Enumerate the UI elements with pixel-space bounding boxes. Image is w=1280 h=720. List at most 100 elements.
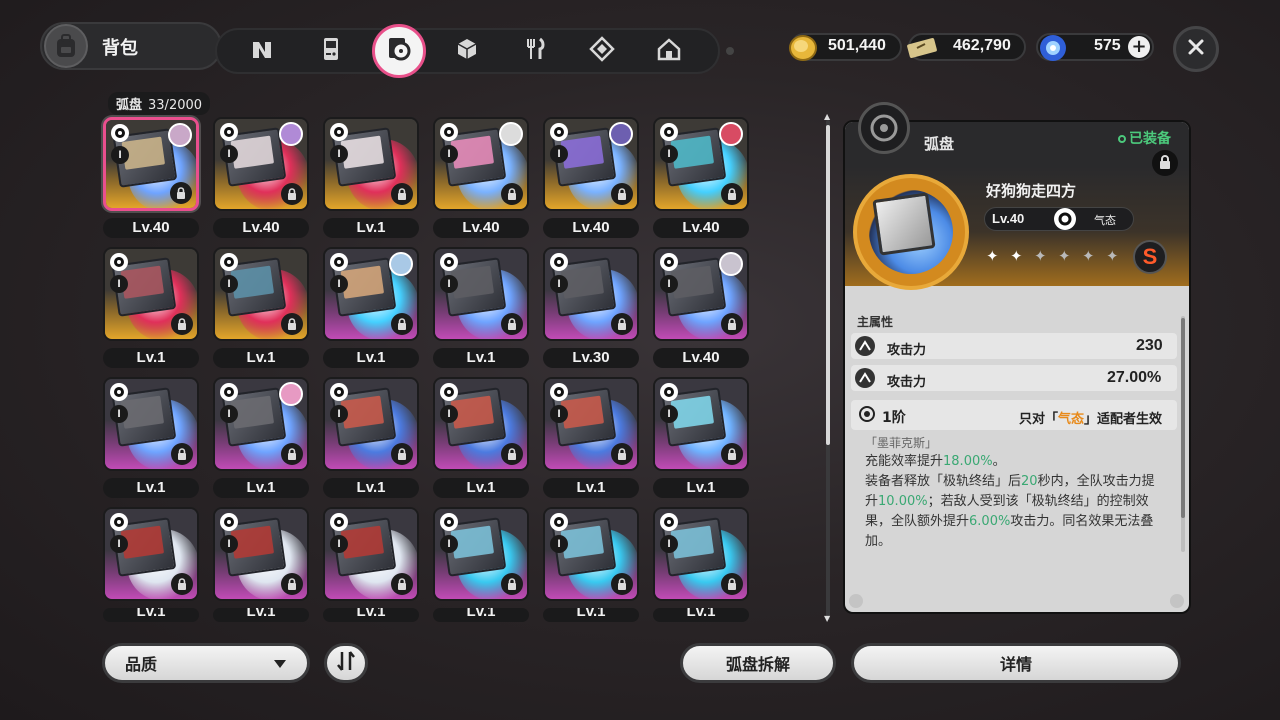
disc-card[interactable]: I: [323, 507, 419, 601]
attribute-icon: [550, 383, 568, 401]
disc-card[interactable]: I: [653, 507, 749, 601]
add-polychrome-button[interactable]: +: [1128, 36, 1150, 58]
grid-scrollbar-thumb[interactable]: [826, 125, 830, 445]
attribute-icon: [330, 383, 348, 401]
close-button[interactable]: [1173, 26, 1219, 72]
slot-number-badge: I: [330, 535, 348, 553]
detail-scrollbar-thumb[interactable]: [1181, 318, 1185, 518]
disc-card[interactable]: I: [433, 507, 529, 601]
stat-value: 27.00%: [1107, 369, 1162, 386]
attribute-icon: [220, 253, 238, 271]
equipped-agent-avatar: [279, 382, 303, 406]
effect-text: 装备者释放「极轨终结」后: [865, 474, 1022, 489]
lock-icon: [501, 573, 523, 595]
equipped-agent-avatar: [499, 122, 523, 146]
n-logo-icon: [249, 36, 275, 66]
disc-card[interactable]: I: [213, 507, 309, 601]
attribute-icon: [330, 513, 348, 531]
disc-card[interactable]: I: [543, 377, 639, 471]
disc-level-label: Lv.1: [543, 608, 639, 622]
effect-line: 装备者释放「极轨终结」后20秒内，全队攻击力提: [865, 472, 1177, 492]
disc-card[interactable]: I: [323, 247, 419, 341]
disc-card[interactable]: I: [323, 377, 419, 471]
tab-gameboy[interactable]: [311, 31, 351, 71]
attribute-icon: [220, 383, 238, 401]
ticket-icon: [905, 31, 939, 65]
disc-card[interactable]: I: [653, 247, 749, 341]
attribute-icon: [440, 513, 458, 531]
attribute-icon: [550, 253, 568, 271]
disc-card[interactable]: I: [653, 377, 749, 471]
disc-card[interactable]: I: [103, 117, 199, 211]
sort-order-button[interactable]: [324, 643, 368, 683]
star-filled-icon: ✦: [1010, 247, 1023, 265]
disc-card[interactable]: I: [433, 117, 529, 211]
lock-toggle[interactable]: [1152, 150, 1178, 176]
chevron-down-icon: [273, 654, 287, 673]
attribute-icon: [111, 124, 129, 142]
disc-card[interactable]: I: [653, 117, 749, 211]
disc-card[interactable]: I: [213, 117, 309, 211]
slot-number-badge: I: [220, 405, 238, 423]
tab-home[interactable]: [649, 31, 689, 71]
disc-card[interactable]: I: [433, 247, 529, 341]
effect-value: 10.00%: [878, 494, 928, 509]
disc-level-label: Lv.40: [433, 218, 529, 238]
tab-tickets[interactable]: [582, 31, 622, 71]
slot-number-badge: I: [220, 145, 238, 163]
star-filled-icon: ✦: [986, 247, 999, 265]
disc-card[interactable]: I: [323, 117, 419, 211]
tab-bar-end-dot: [726, 47, 734, 55]
disc-card[interactable]: I: [103, 507, 199, 601]
scroll-down-arrow-icon[interactable]: ▼: [824, 614, 830, 623]
tab-drive-disc[interactable]: [372, 24, 426, 78]
slot-number-badge: I: [220, 535, 238, 553]
equipped-agent-avatar: [279, 122, 303, 146]
lock-icon: [721, 573, 743, 595]
tab-bangboo[interactable]: [242, 31, 282, 71]
equipped-agent-avatar: [719, 252, 743, 276]
slot-number-badge: I: [550, 535, 568, 553]
lock-icon: [501, 313, 523, 335]
scroll-up-arrow-icon[interactable]: ▲: [824, 112, 830, 121]
slot-number-badge: I: [440, 535, 458, 553]
sort-icon: [336, 650, 356, 676]
equipped-agent-avatar: [389, 252, 413, 276]
attribute-icon: [660, 253, 678, 271]
effect-text: 升: [865, 494, 879, 509]
disc-card[interactable]: I: [103, 247, 199, 341]
disc-card[interactable]: I: [213, 377, 309, 471]
tab-food[interactable]: [515, 31, 555, 71]
lock-icon: [171, 573, 193, 595]
disc-card[interactable]: I: [433, 377, 529, 471]
disc-card[interactable]: I: [543, 507, 639, 601]
quality-filter-dropdown[interactable]: 品质: [102, 643, 310, 683]
tab-materials[interactable]: [447, 31, 487, 71]
disc-card[interactable]: I: [213, 247, 309, 341]
currency-ticket-value: 462,790: [953, 37, 1011, 54]
disc-level-label: Lv.1: [433, 608, 529, 622]
set-tier: 1阶: [882, 410, 906, 426]
effect-text: 。: [992, 454, 1006, 469]
disc-level-label: Lv.1: [433, 348, 529, 368]
effect-value: 20: [1021, 474, 1038, 489]
panel-corner-dot: [849, 594, 863, 608]
effect-text: 充能效率提升: [865, 454, 944, 469]
disc-card[interactable]: I: [543, 247, 639, 341]
disc-card[interactable]: I: [543, 117, 639, 211]
attribute-icon: [330, 253, 348, 271]
details-button[interactable]: 详情: [851, 643, 1181, 683]
disc-level-label: Lv.1: [213, 608, 309, 622]
target-icon: [859, 406, 875, 422]
main-stat-title: 主属性: [857, 315, 894, 329]
disc-level-label: Lv.1: [433, 478, 529, 498]
disc-card[interactable]: I: [103, 377, 199, 471]
lock-icon: [391, 183, 413, 205]
page-title: 背包: [102, 38, 138, 59]
slot-number-badge: I: [330, 275, 348, 293]
slot-number-badge: I: [110, 405, 128, 423]
currency-dennies-value: 501,440: [828, 37, 886, 54]
dismantle-button[interactable]: 弧盘拆解: [680, 643, 836, 683]
lock-icon: [281, 183, 303, 205]
disc-level-label: Lv.1: [213, 348, 309, 368]
